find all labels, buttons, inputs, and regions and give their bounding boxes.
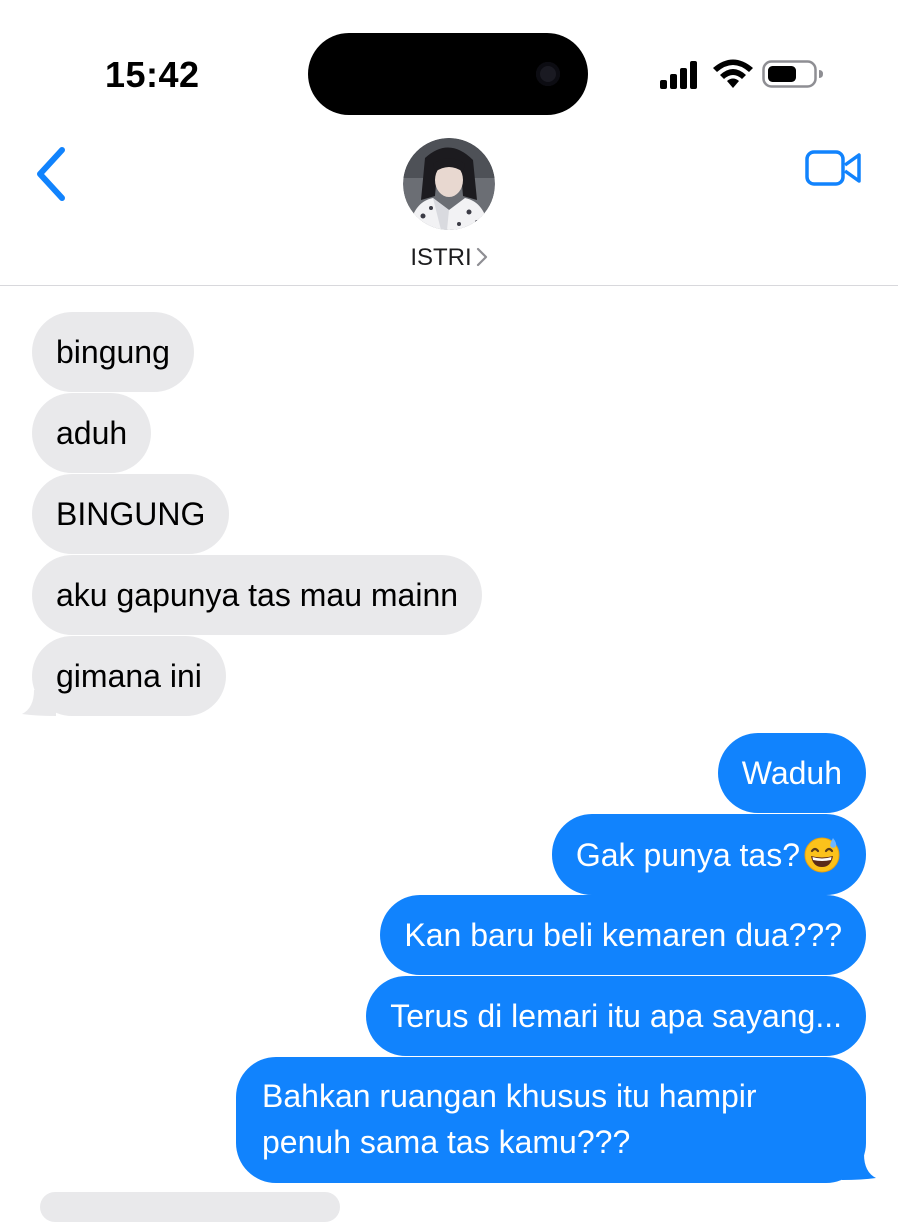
contact-name: ISTRI	[410, 244, 472, 271]
incoming-bubble-tail	[22, 690, 56, 716]
incoming-message-bubble[interactable]: bingung	[32, 312, 194, 392]
outgoing-message-bubble[interactable]: Terus di lemari itu apa sayang...	[366, 976, 866, 1056]
outgoing-message-bubble[interactable]: Bahkan ruangan khusus itu hampir penuh s…	[236, 1057, 866, 1183]
battery-icon	[762, 60, 823, 88]
message-text: BINGUNG	[56, 496, 206, 532]
message-text: Kan baru beli kemaren dua???	[404, 917, 842, 953]
incoming-message-bubble[interactable]: aduh	[32, 393, 152, 473]
outgoing-message-bubble[interactable]: Kan baru beli kemaren dua???	[380, 895, 866, 975]
next-incoming-bubble-edge	[40, 1192, 340, 1222]
contact-photo-icon	[403, 138, 495, 230]
dynamic-island	[308, 33, 588, 115]
wifi-icon	[713, 59, 753, 88]
front-camera-icon	[536, 62, 560, 86]
message-text: bingung	[56, 334, 170, 370]
status-bar: 15:42	[0, 0, 898, 130]
outgoing-bubble-tail	[842, 1154, 876, 1180]
chevron-left-icon	[37, 147, 65, 201]
message-text: Bahkan ruangan khusus itu hampir penuh s…	[262, 1078, 757, 1160]
cellular-signal-icon	[660, 61, 697, 89]
contact-avatar[interactable]	[403, 138, 495, 230]
outgoing-message-bubble[interactable]: Gak punya tas?	[551, 814, 866, 895]
message-list[interactable]: bingung aduh BINGUNG aku gapunya tas mau…	[0, 286, 898, 1222]
chevron-right-icon	[476, 247, 487, 266]
message-text: Terus di lemari itu apa sayang...	[390, 998, 842, 1034]
status-time: 15:42	[105, 54, 200, 95]
video-camera-icon	[805, 150, 861, 186]
conversation-header: ISTRI	[0, 130, 898, 286]
facetime-video-button[interactable]	[804, 148, 864, 188]
grinning-face-with-sweat-icon	[804, 837, 840, 873]
contact-name-button[interactable]: ISTRI	[0, 244, 898, 272]
message-text: Waduh	[741, 755, 842, 791]
message-text: Gak punya tas?	[575, 837, 800, 873]
incoming-message-bubble[interactable]: BINGUNG	[32, 474, 230, 554]
message-text: gimana ini	[56, 658, 202, 694]
incoming-message-bubble[interactable]: aku gapunya tas mau mainn	[32, 555, 483, 635]
outgoing-message-bubble[interactable]: Waduh	[717, 733, 866, 813]
message-text: aku gapunya tas mau mainn	[56, 577, 459, 613]
incoming-message-bubble[interactable]: gimana ini	[32, 636, 226, 716]
message-text: aduh	[56, 415, 128, 451]
back-button[interactable]	[30, 144, 80, 204]
